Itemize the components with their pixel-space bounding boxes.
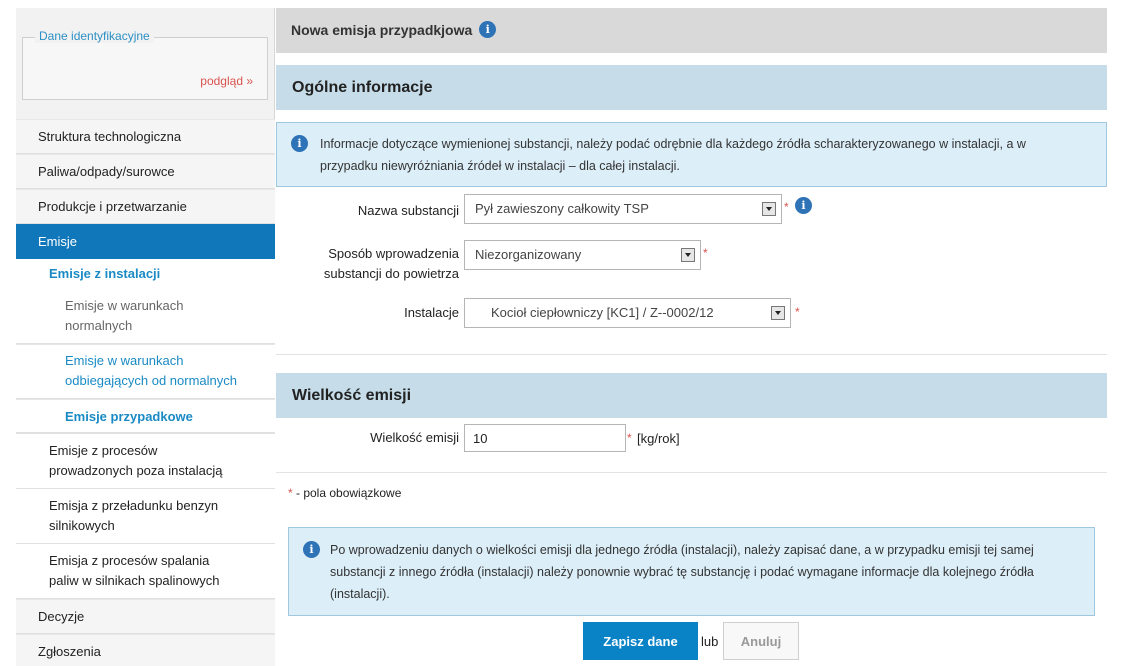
info-text: (instalacji). [330,587,390,601]
sidebar-nav: Struktura technologiczna Paliwa/odpady/s… [16,119,275,666]
sidebar-subitem-label: odbiegających od normalnych [65,373,237,388]
sidebar-item-paliwa[interactable]: Paliwa/odpady/surowce [16,154,275,189]
method-select-value: Niezorganizowany [475,247,582,262]
cancel-button[interactable]: Anuluj [723,622,799,660]
page-title: Nowa emisja przypadkjowa [291,22,473,38]
substance-select[interactable]: Pył zawieszony całkowity TSP [464,194,782,224]
sidebar-item-emisja-przeladunek[interactable]: Emisja z przeładunku benzyn silnikowych [16,489,275,544]
method-label-line: substancji do powietrza [323,266,459,281]
info-text: Informacje dotyczące wymienionej substan… [320,137,1026,151]
required-mark: * [703,246,708,260]
sidebar-item-emisje[interactable]: Emisje [16,224,275,259]
sidebar-item-label: Emisja z przeładunku benzyn [49,498,219,513]
identification-legend: Dane identyfikacyjne [35,29,154,43]
sidebar-item-emisje-procesy[interactable]: Emisje z procesów prowadzonych poza inst… [16,433,275,489]
method-label: Sposób wprowadzenia substancji do powiet… [276,244,459,284]
info-text: substancji z innego źródła (instalacji) … [330,565,1034,579]
sidebar-subitem-emisje-odbiegajace[interactable]: Emisje w warunkach odbiegających od norm… [16,344,275,399]
divider [276,472,1107,473]
info-text: Po wprowadzeniu danych o wielkości emisj… [330,543,1034,557]
sidebar-subitem-label: Emisje w warunkach [65,353,184,368]
sidebar-subitem-emisje-przypadkowe[interactable]: Emisje przypadkowe [16,399,275,433]
sidebar: Dane identyfikacyjne podgląd » Struktura… [16,8,275,666]
info-icon[interactable]: i [479,21,497,39]
divider [276,354,1107,355]
emission-label: Wielkość emisji [370,430,459,445]
method-label-line: Sposób wprowadzenia [328,246,459,261]
section-general-title: Ogólne informacje [276,65,1107,110]
substance-select-value: Pył zawieszony całkowity TSP [475,201,649,216]
sidebar-item-label: paliw w silnikach spalinowych [49,573,220,588]
sidebar-item-struktura[interactable]: Struktura technologiczna [16,119,275,154]
info-box-general: i Informacje dotyczące wymienionej subst… [276,122,1107,187]
section-emission-title: Wielkość emisji [276,373,1107,418]
installations-select-value: Kocioł ciepłowniczy [KC1] / Z--0002/12 [491,305,714,320]
sidebar-item-label: silnikowych [49,518,115,533]
identification-panel: Dane identyfikacyjne podgląd » [22,29,268,100]
sidebar-item-label: Emisje z procesów [49,443,158,458]
emission-input[interactable] [464,424,626,452]
main-content: Nowa emisja przypadkjowa i Ogólne inform… [276,8,1107,666]
chevron-down-icon[interactable] [771,306,785,320]
chevron-down-icon[interactable] [681,248,695,262]
sidebar-item-zgloszenia[interactable]: Zgłoszenia [16,634,275,666]
emission-unit: [kg/rok] [637,431,680,446]
info-icon[interactable]: i [795,197,812,214]
sidebar-subitem-label: Emisje w warunkach [65,298,184,313]
chevron-down-icon[interactable] [762,202,776,216]
info-icon: i [303,541,320,558]
method-select[interactable]: Niezorganizowany [464,240,701,270]
installations-select[interactable]: Kocioł ciepłowniczy [KC1] / Z--0002/12 [464,298,791,328]
sidebar-item-label: prowadzonych poza instalacją [49,463,223,478]
sidebar-subitem-label: normalnych [65,318,133,333]
required-legend: * - pola obowiązkowe [288,486,401,500]
sidebar-item-label: Emisja z procesów spalania [49,553,210,568]
or-label: lub [701,634,719,649]
preview-link[interactable]: podgląd » [200,74,253,88]
required-mark: * [784,200,789,214]
sidebar-item-emisja-spalanie[interactable]: Emisja z procesów spalania paliw w silni… [16,544,275,599]
page-header: Nowa emisja przypadkjowa i [276,8,1107,53]
info-text: przypadku niewyróżniania źródeł w instal… [320,159,680,173]
sidebar-item-produkcje[interactable]: Produkcje i przetwarzanie [16,189,275,224]
substance-label: Nazwa substancji [357,203,459,218]
installations-label: Instalacje [404,305,459,320]
info-icon: i [291,135,308,152]
required-legend-text: - pola obowiązkowe [292,486,402,500]
sidebar-item-decyzje[interactable]: Decyzje [16,599,275,634]
sidebar-subitem-emisje-z-instalacji[interactable]: Emisje z instalacji [16,259,275,290]
sidebar-subitem-emisje-normalne[interactable]: Emisje w warunkach normalnych [16,290,275,344]
save-button[interactable]: Zapisz dane [583,622,698,660]
required-mark: * [795,305,800,319]
info-box-bottom: i Po wprowadzeniu danych o wielkości emi… [288,527,1095,616]
required-mark: * [627,431,632,445]
